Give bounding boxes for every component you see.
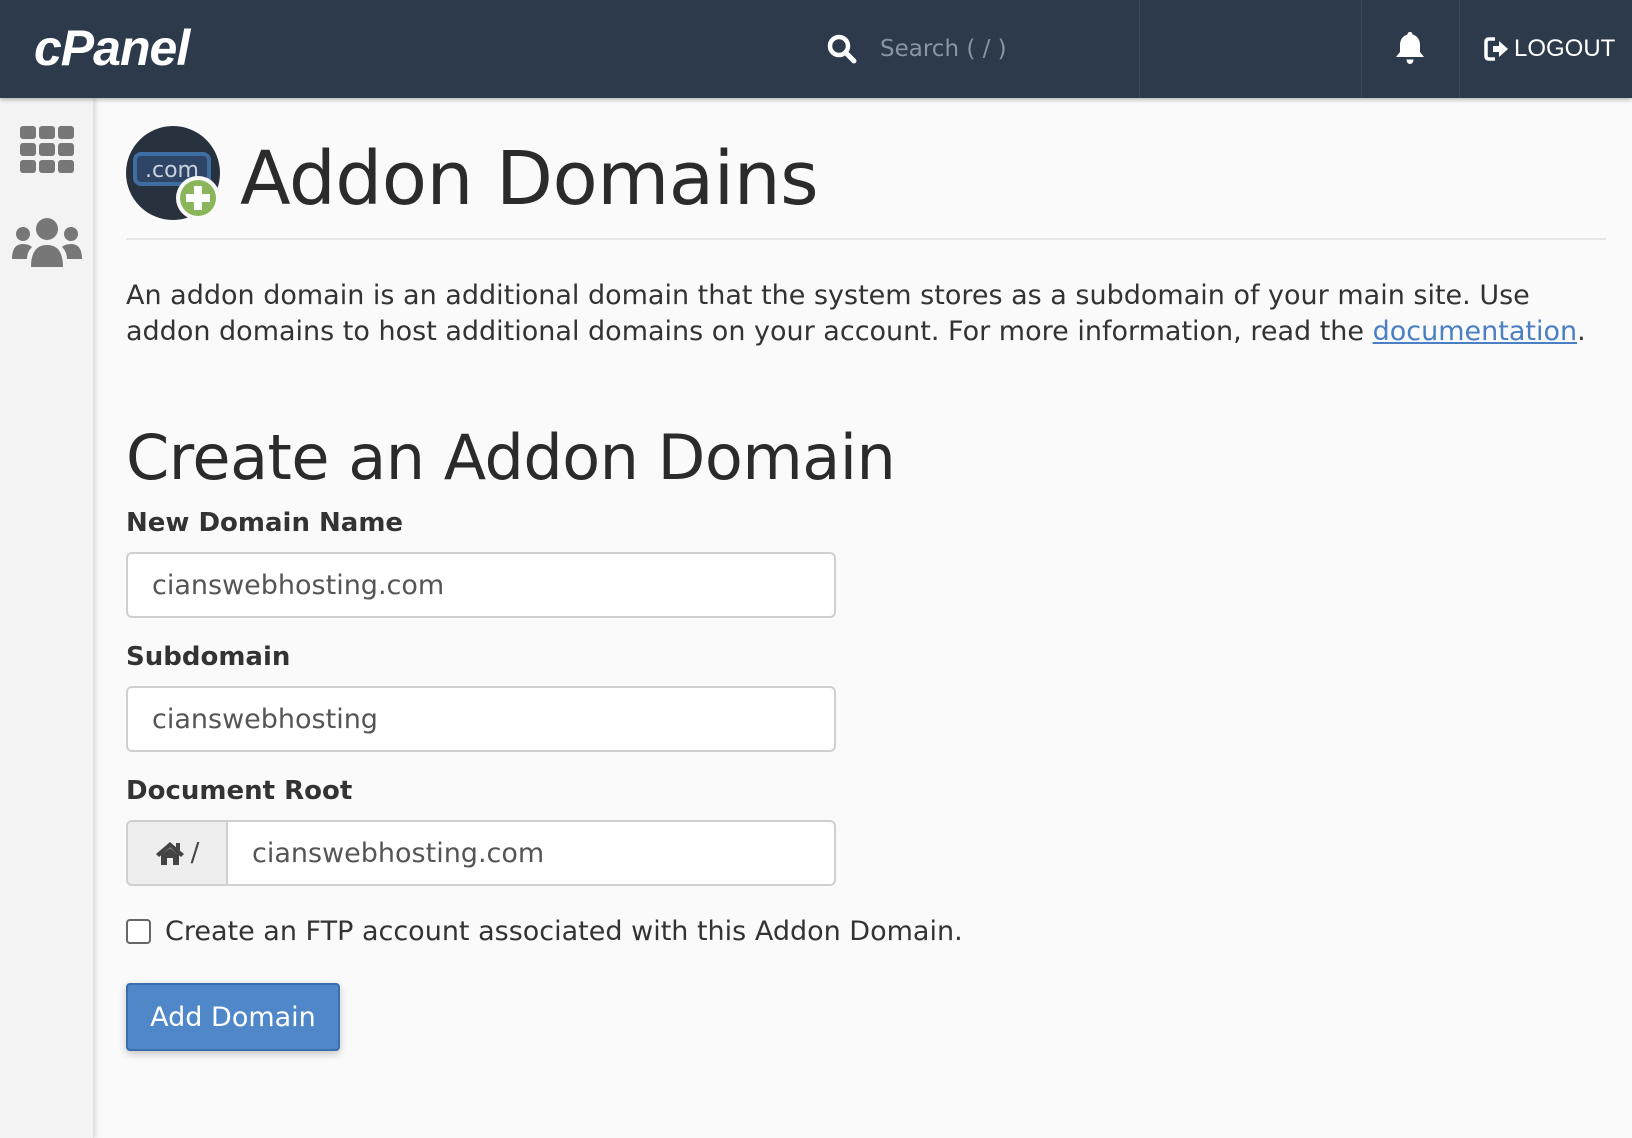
logout-button[interactable]: LOGOUT xyxy=(1484,0,1615,98)
users-icon xyxy=(12,218,82,267)
ftp-account-label[interactable]: Create an FTP account associated with th… xyxy=(165,916,963,947)
ftp-option-row: Create an FTP account associated with th… xyxy=(126,916,1606,947)
document-root-input[interactable] xyxy=(226,820,836,886)
main-content: .com Addon Domains An addon domain is an… xyxy=(126,98,1606,1051)
topbar-divider xyxy=(1139,0,1140,98)
section-title: Create an Addon Domain xyxy=(126,421,896,494)
notifications-bell-icon[interactable] xyxy=(1394,30,1426,66)
document-root-prefix: / xyxy=(126,820,226,886)
page-description: An addon domain is an additional domain … xyxy=(126,278,1606,350)
document-root-group: / xyxy=(126,820,836,886)
logout-icon xyxy=(1484,37,1508,61)
subdomain-input[interactable] xyxy=(126,686,836,752)
sidebar xyxy=(0,98,94,1138)
sidebar-item-tools[interactable] xyxy=(0,104,94,194)
description-suffix: . xyxy=(1577,316,1586,347)
addon-domain-form: New Domain Name Subdomain Document Root … xyxy=(126,506,1606,1051)
grid-icon xyxy=(20,126,74,173)
subdomain-label: Subdomain xyxy=(126,642,291,672)
document-root-label: Document Root xyxy=(126,776,353,806)
home-icon xyxy=(155,842,184,865)
new-domain-label: New Domain Name xyxy=(126,508,404,538)
logout-label: LOGOUT xyxy=(1514,35,1616,62)
page-header: .com Addon Domains xyxy=(126,98,1606,240)
search-icon xyxy=(827,34,857,64)
topbar-divider xyxy=(1361,0,1362,98)
page-title: Addon Domains xyxy=(240,136,819,222)
description-text: An addon domain is an additional domain … xyxy=(126,280,1530,347)
new-domain-input[interactable] xyxy=(126,552,836,618)
ftp-account-checkbox[interactable] xyxy=(126,919,151,944)
add-domain-button[interactable]: Add Domain xyxy=(126,983,340,1051)
search-input[interactable] xyxy=(880,36,1120,62)
sidebar-item-users[interactable] xyxy=(0,198,94,288)
documentation-link[interactable]: documentation xyxy=(1373,316,1578,347)
search-box[interactable] xyxy=(826,0,1136,98)
cpanel-logo[interactable]: cPanel xyxy=(34,22,190,74)
top-navigation-bar: cPanel LOGOUT xyxy=(0,0,1632,98)
topbar-divider xyxy=(1459,0,1460,98)
document-root-slash: / xyxy=(190,838,200,868)
addon-domain-icon: .com xyxy=(126,126,220,220)
